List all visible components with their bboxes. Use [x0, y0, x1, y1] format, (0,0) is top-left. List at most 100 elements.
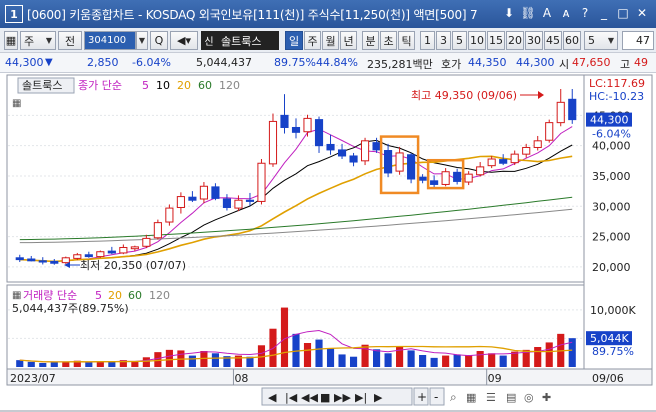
ruler-icon[interactable]: ▤ — [506, 391, 516, 404]
volume-tag-text: 5,044K — [590, 332, 629, 345]
stock-name-field[interactable]: 솔트룩스 — [217, 31, 279, 50]
candle-body — [38, 260, 47, 263]
volume-bar — [545, 342, 553, 367]
period-month-button[interactable]: 월 — [322, 31, 339, 50]
volume-pct: 89.75% — [592, 345, 634, 358]
quote-label: 호가 — [441, 58, 462, 71]
zoom-in-icon[interactable]: + — [417, 390, 427, 404]
candle-body — [15, 257, 24, 261]
minimize-icon[interactable]: _ — [596, 5, 612, 21]
current-price-tag-text: 44,300 — [590, 114, 629, 127]
candle-body — [384, 150, 393, 174]
down-arrow-icon: ▼ — [45, 57, 53, 68]
question-icon[interactable]: ? — [577, 5, 593, 21]
new-badge[interactable]: 신 — [201, 31, 217, 50]
volume-bar — [188, 355, 196, 367]
crosshair-icon[interactable]: ▦ — [12, 98, 21, 109]
scroll-right-icon[interactable]: ▶ — [374, 391, 383, 404]
period-day-button[interactable]: 일 — [285, 31, 303, 50]
candle-body — [50, 260, 59, 264]
volume-bar — [384, 353, 392, 367]
bid-price: 44,350 — [468, 56, 507, 69]
fast-forward-icon[interactable]: ▶▶ — [334, 391, 351, 404]
search-icon: Q — [154, 34, 164, 47]
candle-body — [510, 153, 519, 164]
grid-menu-icon[interactable]: ▦ — [4, 31, 18, 50]
zoom-out-icon[interactable]: - — [434, 390, 438, 404]
volume-bar — [373, 349, 381, 367]
font-icon[interactable]: ᴀ — [558, 5, 574, 21]
vol-ma120-legend: 120 — [149, 289, 170, 302]
interval-45-button[interactable]: 45 — [544, 31, 562, 50]
volume-bar — [50, 362, 58, 367]
code-dropdown[interactable]: ▼ — [136, 31, 148, 50]
stock-code-input[interactable]: 304100 — [84, 31, 136, 50]
date-axis — [6, 368, 653, 386]
scroll-left-icon[interactable]: ◀ — [268, 391, 277, 404]
title-bar-icons: ⬇ ⛓ A ᴀ ? _ □ ✕ — [501, 5, 650, 21]
close-icon[interactable]: ✕ — [634, 5, 650, 21]
ask-price: 44,300 — [516, 56, 555, 69]
volume-bar — [419, 355, 427, 367]
period-year-button[interactable]: 년 — [340, 31, 357, 50]
candle-body — [107, 250, 116, 254]
ma5-legend: 5 — [142, 79, 149, 92]
volume-bar — [154, 352, 162, 367]
interval-3-button[interactable]: 3 — [436, 31, 451, 50]
grid-icon[interactable]: ▦ — [466, 391, 476, 404]
candle-body — [61, 257, 70, 264]
lc-label: LC:117.69 — [589, 77, 645, 90]
chevron-down-icon: ▼ — [607, 36, 614, 45]
interval-15-button[interactable]: 15 — [487, 31, 505, 50]
link-icon[interactable]: ⛓ — [520, 5, 536, 21]
search-button[interactable]: Q — [150, 31, 168, 50]
text-icon[interactable]: A — [539, 5, 555, 21]
interval-1-button[interactable]: 1 — [420, 31, 435, 50]
count-input[interactable]: 47 — [622, 31, 654, 50]
toolbar: ▦ 주 ▼ 전 304100 ▼ Q ◀▾ 신 솔트룩스 일 주 월 년 분 초 … — [0, 28, 656, 53]
cross-icon[interactable]: ✚ — [542, 391, 551, 404]
magnifier-icon[interactable]: ⌕ — [450, 390, 457, 404]
volume-bar — [499, 355, 507, 367]
candle-body — [556, 101, 565, 124]
interval-10-button[interactable]: 10 — [468, 31, 486, 50]
ma-legend-label: 종가 단순 — [78, 79, 122, 92]
volume-bar — [315, 339, 323, 367]
volume-bar — [142, 357, 150, 367]
sound-button[interactable]: ◀▾ — [170, 31, 198, 50]
list-icon[interactable]: ☰ — [486, 391, 496, 404]
volume-bar — [62, 361, 70, 367]
high-price: 49 — [634, 56, 648, 69]
rewind-icon[interactable]: ◀◀ — [301, 391, 318, 404]
chart-area[interactable]: 45,00040,00035,00030,00025,00020,000 10,… — [0, 73, 656, 412]
all-button[interactable]: 전 — [58, 31, 82, 50]
bottom-tools: + - ⌕ ▦ ☰ ▤ ◎ ✚ — [413, 387, 551, 406]
volume-bar — [349, 356, 358, 367]
last-page-icon[interactable]: ▶| — [355, 391, 367, 404]
candle-body — [119, 246, 128, 254]
stock-chart[interactable]: 45,00040,00035,00030,00025,00020,000 10,… — [0, 73, 656, 412]
maximize-icon[interactable]: □ — [615, 5, 631, 21]
interval-select[interactable]: 5 ▼ — [584, 31, 618, 50]
interval-60-button[interactable]: 60 — [563, 31, 581, 50]
candle-body — [222, 198, 232, 208]
period-minute-button[interactable]: 분 — [362, 31, 379, 50]
stop-icon[interactable]: ■ — [320, 391, 330, 404]
period-week-button[interactable]: 주 — [304, 31, 321, 50]
circle-icon[interactable]: ◎ — [524, 391, 534, 404]
candle-body — [372, 142, 381, 151]
interval-30-button[interactable]: 30 — [525, 31, 543, 50]
period-second-button[interactable]: 초 — [380, 31, 397, 50]
download-icon[interactable]: ⬇ — [501, 5, 517, 21]
candle-body — [407, 154, 416, 180]
first-page-icon[interactable]: |◀ — [285, 391, 298, 404]
type-select[interactable]: 주 ▼ — [20, 31, 56, 50]
interval-20-button[interactable]: 20 — [506, 31, 524, 50]
window-number[interactable]: 1 — [5, 5, 23, 23]
volume-bar — [430, 357, 438, 367]
trade-amount: 235,281백만 — [367, 58, 433, 71]
volume-bar — [211, 353, 219, 367]
interval-5-button[interactable]: 5 — [452, 31, 467, 50]
period-tick-button[interactable]: 틱 — [398, 31, 415, 50]
volume-bar — [303, 343, 312, 367]
